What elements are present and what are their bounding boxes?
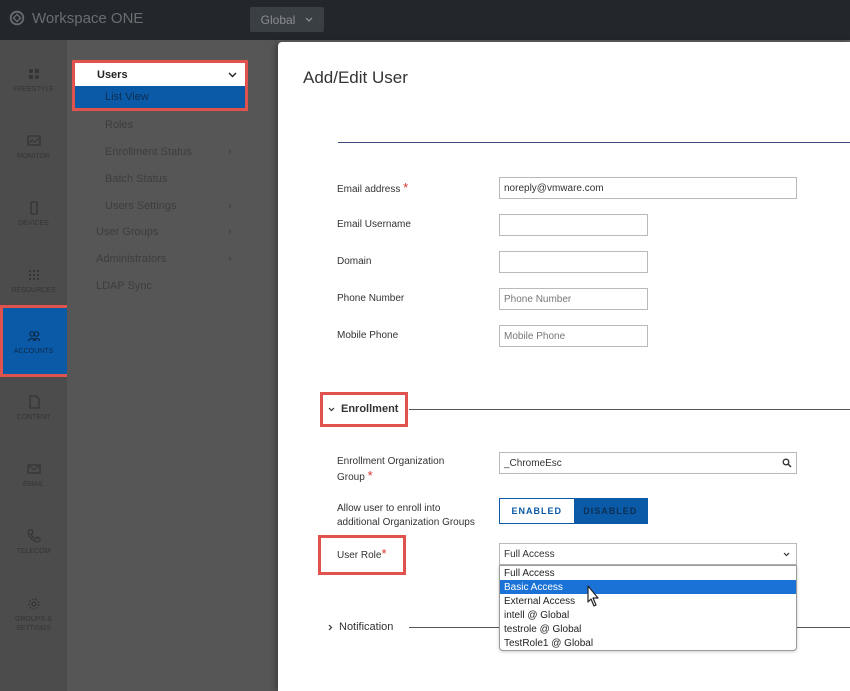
chevron-down-icon bbox=[783, 552, 790, 556]
content-icon bbox=[28, 394, 40, 409]
add-edit-user-modal: Add/Edit User Email address * noreply@vm… bbox=[278, 42, 850, 691]
users-menu-highlight: Users List View bbox=[72, 60, 248, 111]
role-option[interactable]: External Access bbox=[500, 594, 796, 608]
user-role-value: Full Access bbox=[504, 548, 555, 560]
chevron-right-icon bbox=[328, 624, 333, 630]
email-username-label: Email Username bbox=[337, 219, 411, 230]
rail-label: CONTENT bbox=[16, 413, 51, 421]
rail-label: DEVICES bbox=[18, 219, 49, 227]
top-bar: Workspace ONE Global bbox=[0, 0, 850, 40]
subnav-roles[interactable]: Roles bbox=[105, 119, 133, 131]
modal-title: Add/Edit User bbox=[303, 68, 408, 87]
header-divider bbox=[338, 142, 850, 143]
enrollment-highlight-box bbox=[320, 392, 408, 427]
accounts-highlight-box bbox=[0, 305, 74, 377]
freestyle-icon bbox=[28, 68, 39, 79]
user-role-select[interactable]: Full Access bbox=[499, 543, 797, 565]
subnav-batch-status[interactable]: Batch Status bbox=[105, 173, 167, 185]
subnav-enrollment-status[interactable]: Enrollment Status bbox=[105, 146, 192, 158]
mobile-phone-label: Mobile Phone bbox=[337, 330, 399, 341]
role-option[interactable]: TestRole1 @ Global bbox=[500, 636, 796, 650]
subnav-users-settings[interactable]: Users Settings bbox=[105, 200, 177, 212]
phone-number-label: Phone Number bbox=[337, 293, 405, 304]
rail-label: RESOURCES bbox=[11, 286, 56, 294]
subnav-list-view-label: List View bbox=[105, 91, 149, 103]
telecom-icon bbox=[26, 528, 41, 543]
workspace-one-logo-icon bbox=[9, 10, 25, 26]
org-group-selector[interactable]: Global bbox=[250, 7, 324, 32]
enrollment-divider bbox=[409, 409, 850, 410]
user-role-dropdown: Full Access Basic Access External Access… bbox=[499, 565, 797, 651]
rail-label: GROUPS & SETTINGS bbox=[15, 616, 52, 632]
brand-logo[interactable]: Workspace ONE bbox=[8, 9, 143, 27]
rail-label: TELECOM bbox=[16, 547, 51, 555]
mouse-pointer-icon bbox=[587, 585, 599, 607]
email-address-label: Email address * bbox=[337, 180, 409, 196]
rail-item-resources[interactable]: RESOURCES bbox=[0, 251, 67, 311]
subnav-user-groups[interactable]: User Groups bbox=[96, 226, 158, 238]
role-option[interactable]: intell @ Global bbox=[500, 608, 796, 622]
device-icon bbox=[29, 200, 38, 215]
email-icon bbox=[26, 463, 41, 474]
chevron-right-icon: › bbox=[228, 200, 232, 212]
email-address-input[interactable]: noreply@vmware.com bbox=[499, 177, 797, 199]
rail-item-monitor[interactable]: MONITOR bbox=[0, 117, 67, 177]
notification-section-title: Notification bbox=[339, 621, 394, 633]
settings-icon bbox=[27, 598, 40, 610]
chevron-down-icon bbox=[228, 72, 237, 77]
mobile-phone-input[interactable] bbox=[499, 325, 648, 347]
domain-input[interactable] bbox=[499, 251, 648, 273]
rail-item-freestyle[interactable]: FREESTYLE bbox=[0, 50, 67, 110]
org-group-value: _ChromeEsc bbox=[504, 457, 562, 469]
rail-label: FREESTYLE bbox=[13, 85, 54, 93]
role-option[interactable]: Full Access bbox=[500, 566, 796, 580]
role-option-selected[interactable]: Basic Access bbox=[500, 580, 796, 594]
brand-name: Workspace ONE bbox=[32, 9, 144, 27]
chevron-right-icon: › bbox=[228, 253, 232, 265]
subnav-users-label: Users bbox=[97, 68, 128, 81]
phone-number-input[interactable] bbox=[499, 288, 648, 310]
chevron-right-icon: › bbox=[228, 226, 232, 238]
rail-label: EMAIL bbox=[22, 480, 44, 488]
rail-item-telecom[interactable]: TELECOM bbox=[0, 512, 67, 572]
subnav-administrators[interactable]: Administrators bbox=[96, 253, 166, 265]
allow-additional-og-toggle: ENABLED DISABLED bbox=[499, 498, 648, 524]
required-asterisk: * bbox=[367, 468, 373, 483]
rail-item-email[interactable]: EMAIL bbox=[0, 445, 67, 505]
subnav-users[interactable]: Users bbox=[75, 63, 245, 86]
rail-item-devices[interactable]: DEVICES bbox=[0, 184, 67, 244]
user-role-highlight-box bbox=[318, 535, 406, 575]
monitor-icon bbox=[26, 134, 41, 146]
subnav-ldap-sync[interactable]: LDAP Sync bbox=[96, 280, 152, 292]
search-icon[interactable] bbox=[782, 458, 792, 468]
role-option[interactable]: testrole @ Global bbox=[500, 622, 796, 636]
org-group-label: Global bbox=[260, 12, 296, 27]
rail-label: MONITOR bbox=[17, 152, 50, 160]
toggle-disabled-button[interactable]: DISABLED bbox=[573, 499, 647, 523]
subnav-list-view[interactable]: List View bbox=[75, 86, 245, 108]
notification-section-toggle[interactable]: Notification bbox=[328, 621, 393, 633]
toggle-enabled-button[interactable]: ENABLED bbox=[500, 499, 574, 523]
chevron-down-icon bbox=[305, 17, 313, 22]
rail-item-content[interactable]: CONTENT bbox=[0, 378, 67, 438]
allow-additional-og-label: Allow user to enroll into additional Orga… bbox=[337, 503, 475, 528]
email-username-input[interactable] bbox=[499, 214, 648, 236]
enrollment-org-group-label: Enrollment Organization Group * bbox=[337, 456, 445, 483]
domain-label: Domain bbox=[337, 256, 372, 267]
accounts-subnav bbox=[67, 40, 278, 691]
chevron-right-icon: › bbox=[228, 146, 232, 158]
required-asterisk: * bbox=[403, 180, 409, 195]
rail-item-groups-settings[interactable]: GROUPS & SETTINGS bbox=[0, 585, 67, 645]
enrollment-org-group-input[interactable]: _ChromeEsc bbox=[499, 452, 797, 474]
resources-icon bbox=[28, 269, 39, 280]
